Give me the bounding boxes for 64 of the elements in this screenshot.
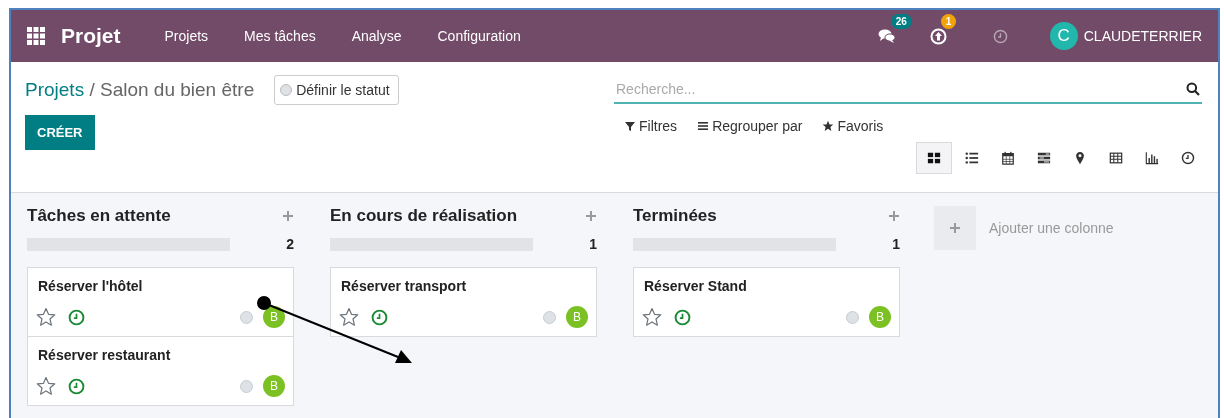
list-view-icon xyxy=(965,151,979,165)
filters-button[interactable]: Filtres xyxy=(624,118,678,134)
star-icon[interactable] xyxy=(36,307,56,327)
activity-count-badge: 1 xyxy=(940,14,957,29)
assignee-avatar: B xyxy=(263,375,285,397)
group-by-button[interactable]: Regrouper par xyxy=(697,118,803,134)
star-icon xyxy=(822,120,835,132)
calendar-icon xyxy=(1001,151,1015,165)
star-icon[interactable] xyxy=(339,307,359,327)
menu-item[interactable]: Configuration xyxy=(419,28,539,44)
column-title: Terminées xyxy=(633,206,717,226)
column-title: Tâches en attente xyxy=(27,206,171,226)
star-icon[interactable] xyxy=(642,307,662,327)
apps-menu-icon[interactable] xyxy=(27,27,45,45)
kanban-view-icon xyxy=(927,151,941,165)
column-title: En cours de réalisation xyxy=(330,206,518,226)
create-button[interactable]: CRÉER xyxy=(25,115,95,150)
map-pin-icon xyxy=(1073,151,1087,165)
clock-icon[interactable] xyxy=(371,308,388,326)
card-title: Réserver Stand xyxy=(644,278,748,294)
breadcrumb-link[interactable]: Projets xyxy=(25,79,85,100)
card-title: Réserver restaurant xyxy=(38,347,172,363)
task-card[interactable]: Réserver l'hôtel B xyxy=(27,267,294,337)
message-count-badge: 26 xyxy=(890,14,912,29)
search-field[interactable]: Recherche... xyxy=(614,76,1202,104)
chat-icon[interactable] xyxy=(877,28,896,44)
user-menu[interactable]: C CLAUDETERRIER xyxy=(1049,22,1202,50)
task-card[interactable]: Réserver restaurant B xyxy=(27,336,294,406)
breadcrumb: Projets / Salon du bien être xyxy=(25,79,255,101)
clock-icon[interactable] xyxy=(68,308,85,326)
app-title: Projet xyxy=(61,24,121,48)
task-card[interactable]: Réserver Stand B xyxy=(633,267,900,337)
task-count: 2 xyxy=(286,236,294,252)
search-icon[interactable] xyxy=(1186,82,1200,96)
filter-icon xyxy=(624,120,636,132)
add-task-icon[interactable] xyxy=(585,210,597,222)
set-status-button[interactable]: Définir le statut xyxy=(274,75,399,105)
clock-icon[interactable] xyxy=(68,377,85,395)
task-count: 1 xyxy=(892,236,900,252)
user-name: CLAUDETERRIER xyxy=(1083,28,1202,44)
star-icon[interactable] xyxy=(36,376,56,396)
assignee-avatar: B xyxy=(869,306,891,328)
clock-icon xyxy=(1181,151,1195,165)
menu-item[interactable]: Projets xyxy=(146,28,227,44)
menu-item[interactable]: Analyse xyxy=(333,28,420,44)
menu-item[interactable]: Mes tâches xyxy=(226,28,334,44)
add-task-icon[interactable] xyxy=(888,210,900,222)
upload-icon[interactable] xyxy=(929,27,947,45)
card-title: Réserver transport xyxy=(341,278,468,294)
favorites-button[interactable]: Favoris xyxy=(822,118,884,134)
task-card[interactable]: Réserver transport B xyxy=(330,267,597,337)
assignee-avatar: B xyxy=(566,306,588,328)
gantt-view-icon xyxy=(1037,151,1051,165)
table-icon xyxy=(1109,151,1123,165)
bar-chart-icon xyxy=(1145,151,1159,165)
task-count: 1 xyxy=(589,236,597,252)
add-task-icon[interactable] xyxy=(282,210,294,222)
clock-icon[interactable] xyxy=(674,308,691,326)
card-title: Réserver l'hôtel xyxy=(38,278,144,294)
view-switcher-tab[interactable] xyxy=(916,142,952,174)
clock-icon[interactable] xyxy=(992,28,1008,44)
bars-icon xyxy=(697,120,710,132)
user-avatar: C xyxy=(1049,22,1078,50)
plus-icon xyxy=(949,222,961,234)
